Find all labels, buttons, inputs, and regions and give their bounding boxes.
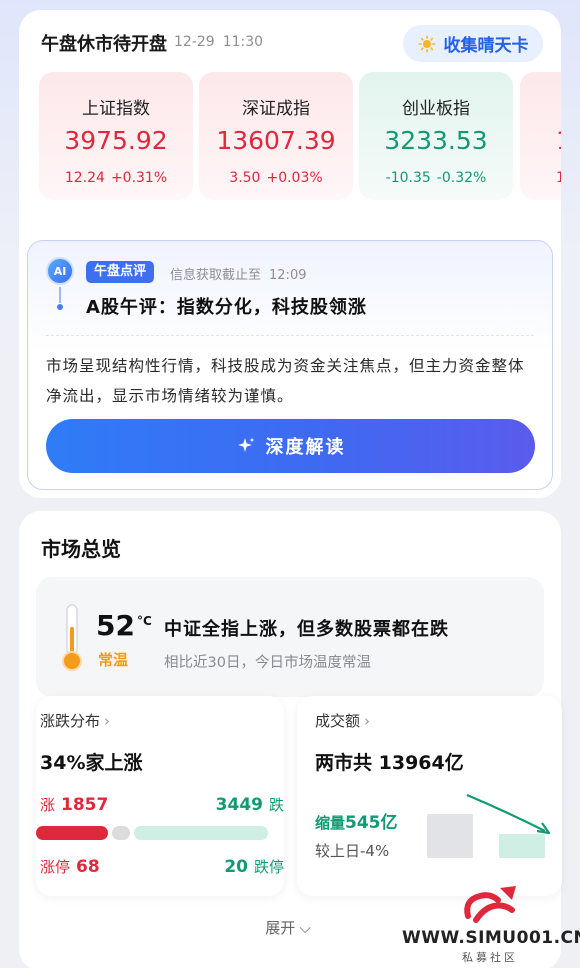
limit-down-number: 20 [224, 857, 248, 877]
cutoff-label: 信息获取截止至 [170, 268, 262, 283]
limit-up-number: 68 [76, 857, 100, 877]
section-title: 市场总览 [41, 537, 121, 561]
rise-bar [36, 826, 108, 840]
market-status-time: 12-29 11:30 [174, 34, 271, 50]
limit-up-label: 涨停 [40, 858, 71, 876]
thermometer-icon [62, 604, 82, 671]
sun-icon [418, 35, 435, 52]
breadth-title-label: 涨跌分布 [40, 712, 101, 730]
turnover-title[interactable]: 成交额 › [315, 710, 370, 731]
turnover-shrink: 缩量545亿 [315, 808, 398, 833]
index-change: 1 [556, 170, 561, 186]
turnover-prefix: 两市共 [315, 752, 373, 774]
compare-value: -4% [360, 842, 390, 860]
collect-button-label: 收集晴天卡 [443, 36, 529, 56]
rise-label: 涨 [40, 796, 56, 814]
fall-count: 3449 跌 [216, 794, 284, 815]
index-card-sse[interactable]: 上证指数 3975.92 12.24 +0.31% [39, 72, 193, 200]
chevron-right-icon: › [104, 712, 111, 730]
breadth-title[interactable]: 涨跌分布 › [40, 710, 110, 731]
deep-analysis-button[interactable]: 深度解读 [46, 419, 535, 473]
index-change-percent: +0.31% [110, 170, 168, 186]
status-time: 11:30 [222, 34, 264, 50]
rise-number: 1857 [61, 795, 109, 815]
temperature-number: 52 [96, 609, 135, 642]
timeline-line [59, 287, 61, 303]
market-status-title: 午盘休市待开盘 [41, 34, 167, 55]
index-change: 3.50 +0.03% [199, 170, 353, 186]
sparkle-icon [237, 437, 254, 452]
turnover-headline: 两市共 13964亿 [315, 748, 464, 775]
index-card-partial[interactable]: 1 1 [520, 72, 561, 200]
status-date: 12-29 [174, 34, 215, 50]
index-change: 12.24 +0.31% [39, 170, 193, 186]
market-temperature[interactable]: 52 °C 常温 中证全指上涨，但多数股票都在跌 相比近30日，今日市场温度常温 [36, 577, 544, 697]
timeline-dot [57, 304, 63, 310]
rise-text: 家上涨 [85, 752, 143, 774]
commentary-tag: 午盘点评 [86, 261, 155, 283]
index-change-amount: 3.50 [229, 170, 261, 186]
trend-arrow-icon [466, 793, 551, 835]
index-name: 创业板指 [402, 99, 470, 119]
market-summary-card: 午盘休市待开盘 12-29 11:30 收集晴天卡 上证指数 3975.92 12… [19, 10, 561, 498]
index-strip[interactable]: 上证指数 3975.92 12.24 +0.31% 深证成指 13607.39 3… [39, 72, 561, 212]
compare-label: 较上日 [315, 842, 361, 860]
breadth-card[interactable]: 涨跌分布 › 34%家上涨 涨 1857 3449 跌 涨停 68 20 跌停 [36, 696, 284, 896]
ai-avatar-icon: AI [46, 257, 74, 285]
index-change: -10.35 -0.32% [359, 170, 513, 186]
index-change-amount: 12.24 [64, 170, 105, 186]
expand-label: 展开 [265, 919, 296, 937]
turnover-amount: 13964亿 [378, 752, 464, 774]
deep-analysis-label: 深度解读 [265, 437, 346, 458]
turnover-card[interactable]: 成交额 › 两市共 13964亿 缩量545亿 较上日-4% [297, 696, 562, 896]
chevron-down-icon: ⌵ [299, 919, 311, 937]
chevron-right-icon: › [364, 712, 371, 730]
site-watermark: WWW.SIMU001.CN 私募社区 [400, 880, 580, 968]
cutoff-time: 12:09 [269, 268, 307, 283]
index-value: 3233.53 [384, 126, 488, 155]
limit-down-label: 跌停 [253, 858, 284, 876]
temperature-headline: 中证全指上涨，但多数股票都在跌 [164, 619, 449, 640]
watermark-site: WWW.SIMU001.CN [402, 928, 580, 948]
index-name: 上证指数 [82, 99, 150, 119]
watermark-logo-icon [464, 886, 516, 923]
rise-count: 涨 1857 [40, 794, 108, 815]
index-change-percent: +0.03% [266, 170, 323, 186]
temperature-subtext: 相比近30日，今日市场温度常温 [164, 655, 371, 671]
shrink-label: 缩量 [315, 814, 346, 832]
index-value: 13607.39 [216, 126, 336, 155]
fall-number: 3449 [215, 795, 263, 815]
turnover-compare: 较上日-4% [315, 840, 389, 861]
fall-bar [134, 826, 268, 840]
commentary-cutoff: 信息获取截止至 12:09 [170, 264, 306, 283]
index-value: 3975.92 [64, 126, 168, 155]
fall-label: 跌 [268, 796, 284, 814]
commentary-body: 市场呈现结构性行情，科技股成为资金关注焦点，但主力资金整体净流出，显示市场情绪较… [46, 357, 525, 405]
index-change-percent: -0.32% [436, 170, 487, 186]
index-value: 1 [520, 126, 561, 155]
collect-sunny-card-button[interactable]: 收集晴天卡 [403, 25, 543, 62]
temperature-level: 常温 [98, 651, 129, 669]
commentary-title: A股午评：指数分化，科技股领涨 [86, 297, 367, 318]
midday-commentary: AI 午盘点评 信息获取截止至 12:09 A股午评：指数分化，科技股领涨 市场呈… [27, 240, 553, 490]
limit-up: 涨停 68 [40, 856, 100, 877]
breadth-headline: 34%家上涨 [40, 748, 143, 775]
index-card-szse[interactable]: 深证成指 13607.39 3.50 +0.03% [199, 72, 353, 200]
divider [46, 335, 534, 336]
temperature-unit: °C [136, 614, 152, 628]
turnover-title-label: 成交额 [315, 712, 361, 730]
index-change-amount: -10.35 [385, 170, 431, 186]
watermark-subtitle: 私募社区 [462, 951, 518, 964]
temperature-value: 52 °C [96, 609, 152, 642]
index-card-chinext[interactable]: 创业板指 3233.53 -10.35 -0.32% [359, 72, 513, 200]
flat-bar [112, 826, 130, 840]
shrink-value: 545亿 [345, 813, 398, 833]
index-name: 深证成指 [242, 99, 310, 119]
rise-percent: 34% [40, 752, 86, 774]
limit-down: 20 跌停 [224, 856, 284, 877]
